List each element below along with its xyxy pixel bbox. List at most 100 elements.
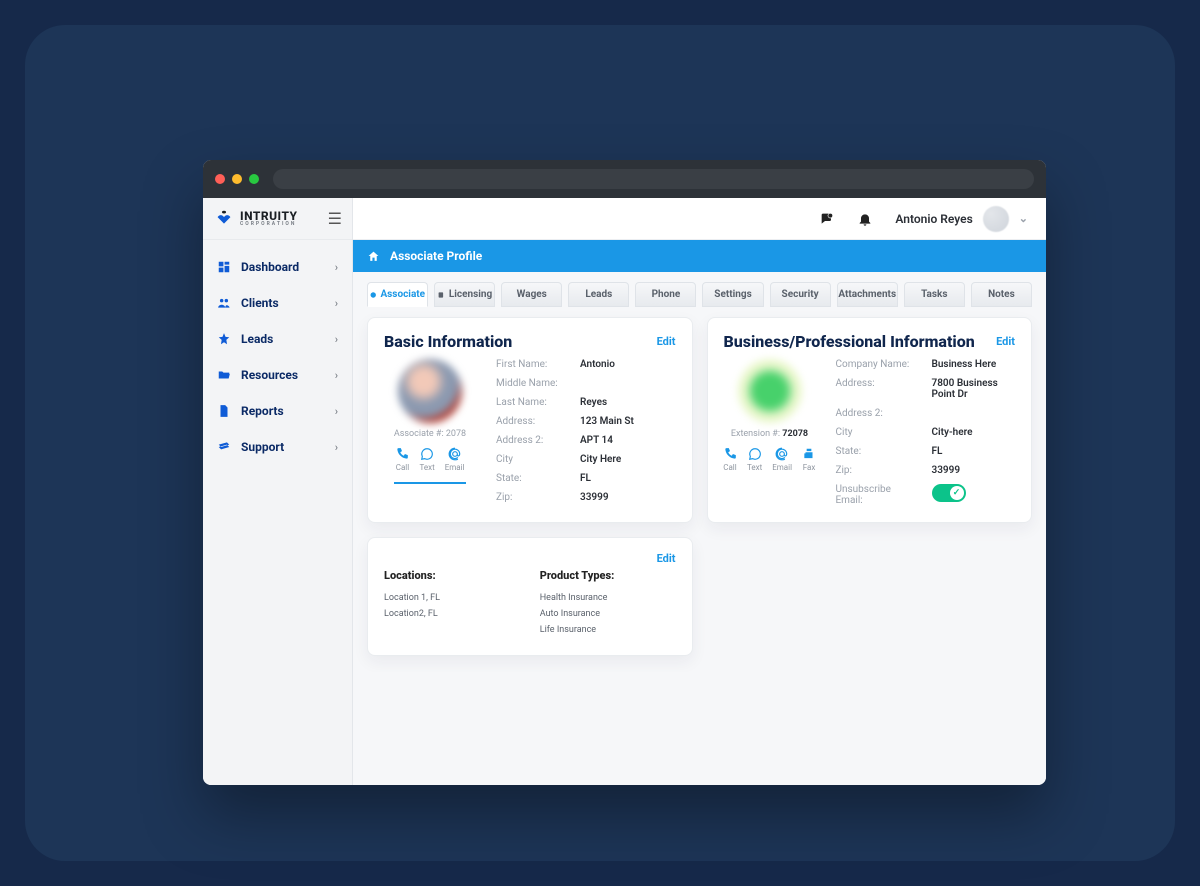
edit-business-button[interactable]: Edit [996, 335, 1015, 348]
menu-icon[interactable]: ☰ [328, 209, 342, 228]
locations-products-card: Edit Locations: Location 1, FL Location2… [367, 537, 693, 656]
call-button[interactable]: Call [723, 447, 737, 472]
sidebar-item-label: Resources [241, 368, 298, 382]
locations-list: Location 1, FL Location2, FL [384, 590, 520, 622]
field-value: 7800 Business Point Dr [932, 378, 1016, 400]
logo-bar: INTRUITY CORPORATION ☰ [203, 198, 352, 240]
cards-grid: Basic Information Edit Associate #: 2078… [367, 317, 1032, 656]
user-menu[interactable]: Antonio Reyes ⌄ [895, 206, 1028, 232]
tab-attachments[interactable]: Attachments [837, 282, 898, 307]
sidebar-nav: Dashboard › Clients › Leads › Resources … [203, 240, 352, 460]
business-contact-actions: Call Text Email Fax [724, 447, 816, 472]
sidebar-item-resources[interactable]: Resources › [209, 362, 346, 388]
close-icon[interactable] [215, 174, 225, 184]
tab-tasks[interactable]: Tasks [904, 282, 965, 307]
license-icon [437, 290, 445, 300]
handshake-icon [213, 208, 235, 230]
locations-title: Locations: [384, 569, 520, 582]
tab-wages[interactable]: Wages [501, 282, 562, 307]
list-item: Location 1, FL [384, 590, 520, 606]
chevron-right-icon: › [335, 369, 338, 382]
call-button[interactable]: Call [395, 447, 409, 472]
tab-settings[interactable]: Settings [702, 282, 763, 307]
edit-extra-button[interactable]: Edit [384, 552, 676, 565]
sidebar: INTRUITY CORPORATION ☰ Dashboard › Clien… [203, 198, 353, 785]
list-item: Auto Insurance [540, 606, 676, 622]
field-value: APT 14 [580, 435, 676, 446]
tab-leads[interactable]: Leads [568, 282, 629, 307]
email-button[interactable]: Email [772, 447, 792, 472]
basic-fields: First Name:Antonio Middle Name: Last Nam… [496, 359, 676, 503]
maximize-icon[interactable] [249, 174, 259, 184]
fax-button[interactable]: Fax [802, 447, 816, 472]
business-info-card: Business/Professional Information Edit E… [707, 317, 1033, 523]
list-item: Life Insurance [540, 622, 676, 638]
field-label: Address 2: [836, 408, 918, 419]
associate-number: Associate #: 2078 [384, 429, 476, 439]
field-value: City Here [580, 454, 676, 465]
fax-icon [802, 447, 816, 461]
email-button[interactable]: Email [445, 447, 465, 472]
tab-label: Settings [714, 289, 751, 300]
sidebar-item-label: Leads [241, 332, 273, 346]
tab-phone[interactable]: Phone [635, 282, 696, 307]
text-button[interactable]: Text [747, 447, 762, 472]
breadcrumb-title: Associate Profile [390, 249, 482, 263]
document-icon [217, 404, 231, 418]
address-bar[interactable] [273, 169, 1034, 189]
grid-icon [217, 260, 231, 274]
tab-notes[interactable]: Notes [971, 282, 1032, 307]
text-button[interactable]: Text [419, 447, 434, 472]
field-label: Company Name: [836, 359, 918, 370]
list-item: Health Insurance [540, 590, 676, 606]
field-label: City [496, 454, 566, 465]
chevron-right-icon: › [335, 297, 338, 310]
chat-bubble-icon [748, 447, 762, 461]
sidebar-item-support[interactable]: Support › [209, 434, 346, 460]
tab-security[interactable]: Security [770, 282, 831, 307]
chevron-right-icon: › [335, 441, 338, 454]
chat-icon[interactable] [819, 211, 835, 227]
phone-icon [723, 447, 737, 461]
home-icon[interactable] [367, 250, 380, 263]
tab-label: Phone [652, 289, 681, 300]
minimize-icon[interactable] [232, 174, 242, 184]
sidebar-item-clients[interactable]: Clients › [209, 290, 346, 316]
profile-photo [398, 359, 462, 423]
chevron-down-icon: ⌄ [1019, 212, 1028, 225]
field-value: Antonio [580, 359, 676, 370]
list-item: Location2, FL [384, 606, 520, 622]
unsubscribe-toggle[interactable]: ✓ [932, 484, 966, 502]
field-value: Reyes [580, 397, 676, 408]
tab-associate[interactable]: Associate [367, 282, 428, 307]
sidebar-item-dashboard[interactable]: Dashboard › [209, 254, 346, 280]
basic-info-card: Basic Information Edit Associate #: 2078… [367, 317, 693, 523]
bell-icon[interactable] [857, 211, 873, 227]
chevron-right-icon: › [335, 405, 338, 418]
sidebar-item-leads[interactable]: Leads › [209, 326, 346, 352]
field-value: FL [580, 473, 676, 484]
folder-open-icon [217, 368, 231, 382]
chevron-right-icon: › [335, 333, 338, 346]
at-icon [775, 447, 789, 461]
edit-basic-button[interactable]: Edit [657, 335, 676, 348]
user-name: Antonio Reyes [895, 212, 972, 226]
field-label: Address 2: [496, 435, 566, 446]
field-value [932, 408, 1016, 419]
chat-bubble-icon [420, 447, 434, 461]
business-fields: Company Name:Business Here Address:7800 … [836, 359, 1016, 506]
tab-licensing[interactable]: Licensing [434, 282, 495, 307]
star-icon [217, 332, 231, 346]
sidebar-item-reports[interactable]: Reports › [209, 398, 346, 424]
field-value: 33999 [932, 465, 1016, 476]
sidebar-item-label: Support [241, 440, 284, 454]
field-label: Unsubscribe Email: [836, 484, 918, 506]
business-info-title: Business/Professional Information [724, 332, 975, 351]
field-label: State: [836, 446, 918, 457]
brand-logo[interactable]: INTRUITY CORPORATION [213, 208, 298, 230]
users-icon [217, 296, 231, 310]
phone-icon [395, 447, 409, 461]
field-value: 123 Main St [580, 416, 676, 427]
topbar: Antonio Reyes ⌄ [353, 198, 1046, 240]
tab-label: Notes [988, 289, 1015, 300]
